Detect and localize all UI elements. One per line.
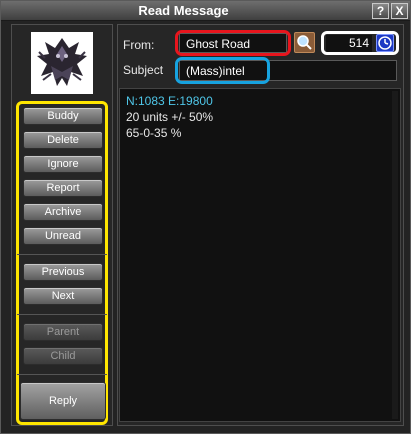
delete-button[interactable]: Delete: [23, 131, 103, 149]
search-button[interactable]: [294, 32, 315, 53]
body-line-coordinates: N:1083 E:19800: [126, 94, 213, 108]
scrollbar[interactable]: [392, 91, 398, 419]
unread-button[interactable]: Unread: [23, 227, 103, 245]
subject-highlight: [175, 57, 270, 84]
child-button[interactable]: Child: [23, 347, 103, 365]
divider: [17, 374, 107, 375]
from-label: From:: [123, 38, 155, 52]
sender-highlight: [175, 30, 291, 56]
archive-button[interactable]: Archive: [23, 203, 103, 221]
search-icon: [297, 35, 312, 50]
avatar: [31, 32, 93, 94]
body-line: 65-0-35 %: [126, 126, 182, 140]
close-button[interactable]: X: [391, 3, 408, 19]
parent-button[interactable]: Parent: [23, 323, 103, 341]
message-body[interactable]: N:1083 E:19800 20 units +/- 50% 65-0-35 …: [119, 88, 401, 422]
ignore-button[interactable]: Ignore: [23, 155, 103, 173]
body-line: 20 units +/- 50%: [126, 110, 214, 124]
title-bar[interactable]: Read Message ? X: [1, 1, 410, 21]
reply-button[interactable]: Reply: [20, 382, 106, 420]
report-button[interactable]: Report: [23, 179, 103, 197]
subject-label: Subject: [123, 63, 164, 77]
character-portrait-icon: [31, 32, 93, 94]
help-button[interactable]: ?: [372, 3, 389, 19]
next-button[interactable]: Next: [23, 287, 103, 305]
window-title: Read Message: [138, 3, 229, 18]
divider: [17, 254, 107, 255]
read-message-window: Read Message ? X Buddy Delete Ignore Rep…: [0, 0, 411, 434]
buddy-button[interactable]: Buddy: [23, 107, 103, 125]
number-highlight: [321, 31, 399, 55]
previous-button[interactable]: Previous: [23, 263, 103, 281]
divider: [17, 314, 107, 315]
